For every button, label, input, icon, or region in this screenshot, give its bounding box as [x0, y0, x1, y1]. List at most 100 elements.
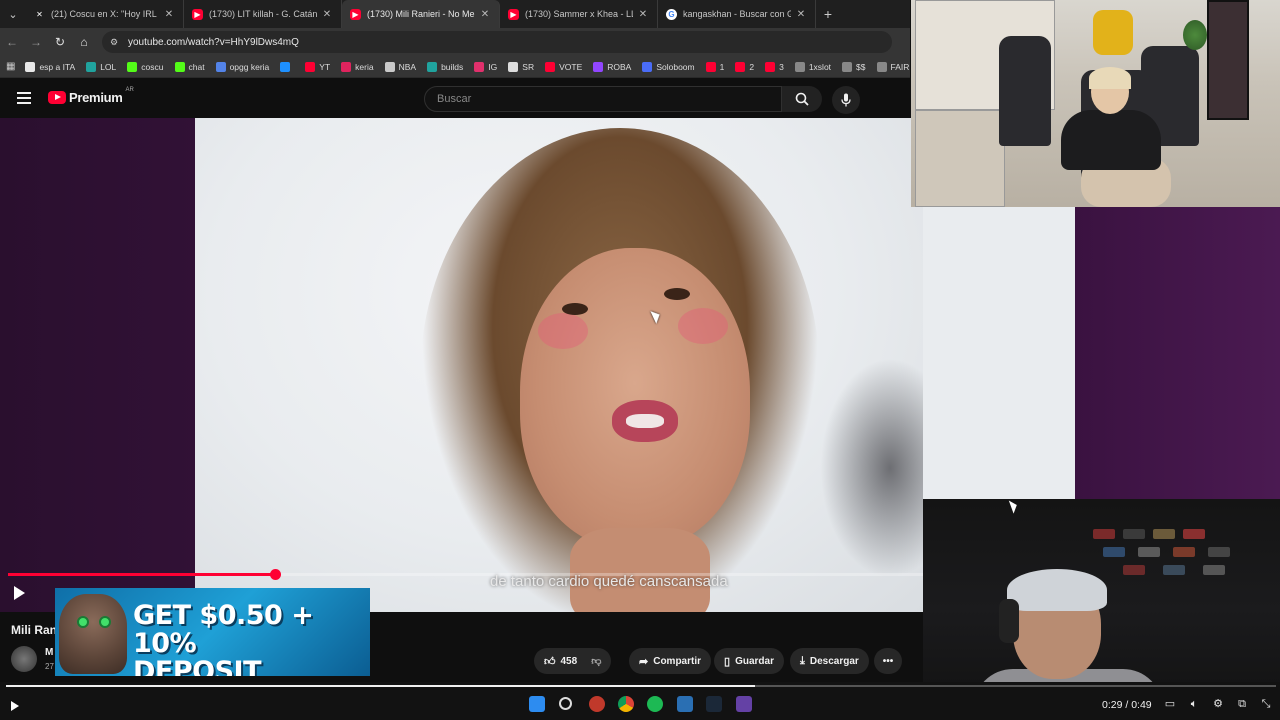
bookmark-5[interactable] [280, 61, 294, 72]
bookmark-icon [642, 61, 653, 72]
tab-title: kangaskhan - Buscar con Goog [683, 9, 791, 19]
apps-grid-icon[interactable]: ▦ [6, 61, 15, 72]
bookmark-label: keria [355, 61, 374, 72]
tab-title: (1730) Mili Ranieri - No Me Qu [367, 9, 475, 19]
video-subject-face [520, 248, 750, 548]
torso [1061, 110, 1161, 170]
close-icon[interactable]: ✕ [637, 9, 649, 20]
menu-icon[interactable] [17, 92, 31, 107]
search-input[interactable]: Buscar [424, 86, 782, 112]
ad-character-eye [99, 616, 111, 628]
tab-title: (21) Coscu en X: "Hoy IRL reacc [51, 9, 159, 19]
tab-3[interactable]: ▶ (1730) Sammer x Khea - LLAMA ✕ [500, 0, 658, 28]
bookmark-20[interactable]: FAIR [876, 61, 910, 72]
download-label: Descargar [809, 655, 859, 667]
tab-title: (1730) Sammer x Khea - LLAMA [525, 9, 633, 19]
bookmark-18[interactable]: 1xslot [794, 61, 831, 72]
cheek [678, 308, 728, 344]
close-icon[interactable]: ✕ [321, 9, 333, 20]
close-icon[interactable]: ✕ [479, 9, 491, 20]
bookmark-label: esp a ITA [39, 61, 76, 72]
notepad-icon[interactable] [677, 696, 693, 712]
new-tab-button[interactable]: + [816, 6, 840, 22]
bookmark-1[interactable]: LOL [86, 61, 116, 72]
ad-character-image [59, 594, 127, 674]
site-info-icon[interactable]: ⚙ [110, 37, 122, 48]
bookmark-10[interactable]: IG [474, 61, 497, 72]
more-actions-button[interactable]: ••• [874, 648, 902, 674]
video-subject-mouth [612, 400, 678, 442]
bookmark-8[interactable]: NBA [384, 61, 416, 72]
video-caption: de tanto cardio quedé canscansada [490, 573, 728, 590]
tab-2[interactable]: ▶ (1730) Mili Ranieri - No Me Qu ✕ [342, 0, 500, 28]
voice-search-button[interactable] [832, 86, 860, 114]
bookmark-13[interactable]: ROBA [593, 61, 631, 72]
app-icon[interactable] [589, 696, 605, 712]
bookmark-icon [127, 61, 138, 72]
stream-progress-bar[interactable] [6, 685, 1276, 687]
video-player[interactable]: de tanto cardio quedé canscansada [0, 118, 923, 612]
search-button[interactable] [782, 86, 822, 112]
youtube-header: Premium AR Buscar [0, 78, 910, 118]
video-progress-bar[interactable] [8, 569, 923, 580]
bookmark-14[interactable]: Soloboom [642, 61, 695, 72]
dislike-icon[interactable]: 👎︎ [591, 655, 601, 667]
fullscreen-icon[interactable]: ⤡ [1259, 697, 1273, 711]
background-person [1093, 10, 1133, 55]
steam-icon[interactable] [706, 696, 722, 712]
bookmark-icon [86, 61, 97, 72]
hair [1007, 569, 1107, 611]
channel-name[interactable]: M [45, 647, 53, 658]
windows-start-icon[interactable] [529, 696, 545, 712]
miniplayer-icon[interactable]: ⧉ [1235, 697, 1249, 711]
bookmark-12[interactable]: VOTE [545, 61, 582, 72]
bookmark-9[interactable]: builds [427, 61, 463, 72]
download-button[interactable]: ⤓ Descargar [790, 648, 869, 674]
bookmark-0[interactable]: esp a ITA [25, 61, 76, 72]
youtube-logo[interactable]: Premium AR [48, 87, 134, 105]
bookmark-4[interactable]: opgg keria [215, 61, 269, 72]
address-input[interactable]: ⚙ youtube.com/watch?v=HhY9lDws4mQ [102, 31, 892, 53]
bookmark-19[interactable]: $$ [842, 61, 866, 72]
chrome-icon[interactable] [618, 696, 634, 712]
home-button[interactable]: ⌂ [72, 30, 96, 54]
settings-icon[interactable]: ⚙ [1211, 697, 1225, 711]
ad-banner[interactable]: GET $0.50 + 10% DEPOSIT BONUS [55, 588, 370, 676]
captions-icon[interactable]: ▭ [1163, 697, 1177, 711]
bookmark-7[interactable]: keria [341, 61, 374, 72]
bookmark-17[interactable]: 3 [765, 61, 784, 72]
bookmark-15[interactable]: 1 [705, 61, 725, 72]
tab-search-icon[interactable]: ⌄ [0, 0, 26, 28]
tab-1[interactable]: ▶ (1730) LIT killah - G. Catán (Offi ✕ [184, 0, 342, 28]
app-grid-icon[interactable] [736, 696, 752, 712]
spotify-icon[interactable] [647, 696, 663, 712]
back-button[interactable]: ← [0, 30, 24, 54]
play-icon[interactable] [11, 701, 19, 711]
bookmark-11[interactable]: SR [508, 61, 534, 72]
bookmark-label: FAIR [890, 61, 910, 72]
bookmark-3[interactable]: chat [174, 61, 205, 72]
channel-avatar[interactable] [11, 646, 37, 672]
tab-4[interactable]: Gkangaskhan - Buscar con Goog ✕ [658, 0, 816, 28]
bookmark-16[interactable]: 2 [735, 61, 754, 72]
share-button[interactable]: ➦ Compartir [629, 648, 712, 674]
ad-line-2: DEPOSIT BONUS [133, 656, 262, 677]
volume-icon[interactable]: 🔈︎ [1187, 697, 1201, 711]
bookmark-label: 3 [779, 61, 784, 72]
close-icon[interactable]: ✕ [163, 9, 175, 20]
bookmark-label: 1 [719, 61, 725, 72]
close-icon[interactable]: ✕ [795, 9, 807, 20]
play-icon[interactable] [14, 586, 25, 600]
search-icon[interactable] [559, 697, 572, 710]
bookmark-icon [384, 61, 395, 72]
bookmark-6[interactable]: YT [305, 61, 330, 72]
bookmark-2[interactable]: coscu [127, 61, 164, 72]
tab-0[interactable]: ✕ (21) Coscu en X: "Hoy IRL reacc ✕ [26, 0, 184, 28]
streamer-seated [1061, 67, 1171, 207]
ad-character-eye [77, 616, 89, 628]
save-button[interactable]: ▯ Guardar [714, 648, 784, 674]
like-button[interactable]: 👍︎ 458 👎︎ [534, 648, 612, 674]
forward-button[interactable]: → [24, 30, 48, 54]
reload-button[interactable]: ↻ [48, 30, 72, 54]
bookmark-icon: ▯ [724, 655, 731, 668]
